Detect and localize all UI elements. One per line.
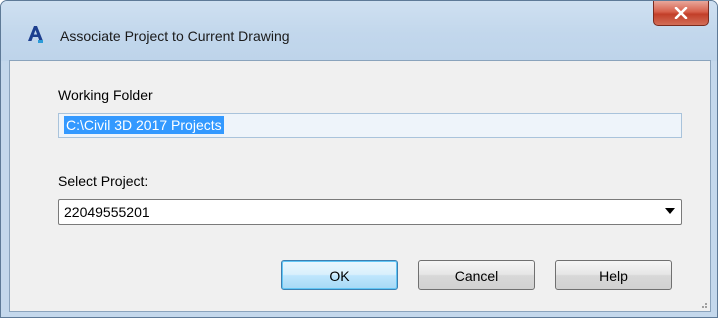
close-button[interactable]: [653, 1, 709, 26]
title-bar[interactable]: Associate Project to Current Drawing: [1, 1, 717, 61]
dialog-window: Associate Project to Current Drawing Wor…: [0, 0, 718, 318]
autocad-app-icon: [28, 26, 43, 43]
chevron-down-icon[interactable]: [665, 208, 675, 214]
dialog-content: Working Folder C:\Civil 3D 2017 Projects…: [9, 60, 711, 312]
project-dropdown-value: 22049555201: [64, 204, 150, 220]
select-project-label: Select Project:: [58, 173, 149, 189]
working-folder-field[interactable]: C:\Civil 3D 2017 Projects: [58, 113, 682, 138]
ok-button[interactable]: OK: [281, 260, 398, 290]
cancel-button[interactable]: Cancel: [418, 260, 535, 290]
close-icon: [674, 7, 688, 19]
help-button[interactable]: Help: [555, 260, 672, 290]
resize-grip-icon[interactable]: [698, 299, 708, 309]
working-folder-value: C:\Civil 3D 2017 Projects: [64, 116, 224, 134]
working-folder-label: Working Folder: [58, 87, 153, 103]
dialog-title: Associate Project to Current Drawing: [60, 28, 290, 44]
project-dropdown[interactable]: 22049555201: [58, 199, 682, 225]
